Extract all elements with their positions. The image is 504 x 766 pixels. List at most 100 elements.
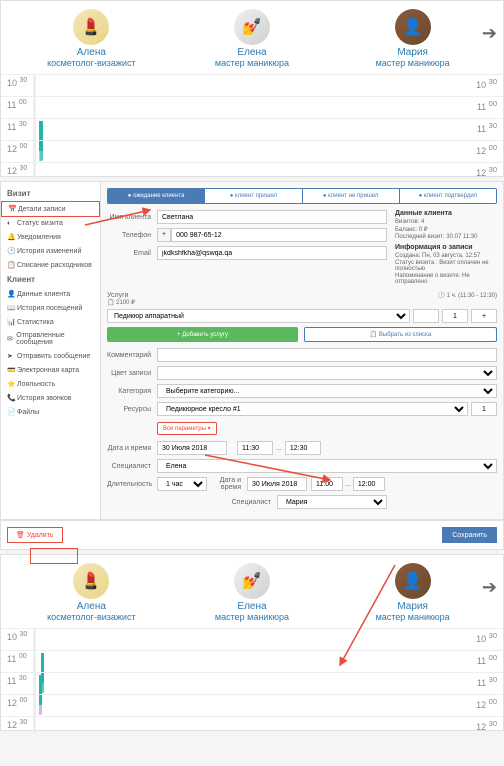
comment-input[interactable]: [157, 348, 497, 362]
sidebar-item-files[interactable]: 📄Файлы: [1, 405, 100, 419]
master-role: мастер маникюра: [353, 612, 473, 622]
service-qty[interactable]: [442, 309, 468, 323]
time-label: 11 00: [7, 653, 27, 664]
time-label: 12 30: [7, 719, 27, 730]
master-role: мастер маникюра: [353, 58, 473, 68]
time-label: 11 00: [477, 99, 497, 112]
time-label: 10 30: [476, 631, 497, 644]
duration-select[interactable]: 1 час: [157, 477, 207, 491]
time-label: 12 30: [476, 719, 497, 732]
file-icon: 📄: [7, 408, 14, 416]
tab-label: клиент не пришел: [328, 193, 378, 199]
service-select[interactable]: Педикюр аппаратный: [107, 309, 410, 323]
sidebar-item-sent-msgs[interactable]: ✉Отправленные сообщения: [1, 329, 100, 349]
star-icon: ⭐: [7, 380, 14, 388]
name-input[interactable]: [157, 210, 387, 224]
date2-input[interactable]: [247, 477, 307, 491]
sidebar-item-loyalty[interactable]: ⭐Лояльность: [1, 377, 100, 391]
category-select[interactable]: Выберите категорию...: [157, 384, 497, 398]
editor-footer: 🗑 Удалить Сохранить: [1, 520, 503, 549]
date-input[interactable]: [157, 441, 227, 455]
time-to-input[interactable]: [285, 441, 321, 455]
time-label: 12 00: [7, 143, 27, 154]
sidebar-label: Файлы: [17, 409, 39, 416]
email-label: Email: [107, 250, 157, 257]
add-service-button[interactable]: + Добавить услугу: [107, 327, 298, 342]
all-params-label: Все параметры: [163, 426, 206, 432]
sidebar-item-visit-history[interactable]: 📖История посещений: [1, 301, 100, 315]
user-icon: 👤: [7, 290, 14, 298]
master-2[interactable]: 💅 Елена мастер маникюра: [192, 563, 312, 622]
category-label: Категория: [107, 388, 157, 395]
sidebar-item-history[interactable]: 🕐История изменений: [1, 244, 100, 258]
resource-select[interactable]: Педикюрное кресло #1: [157, 402, 468, 416]
qty-input[interactable]: [413, 309, 439, 323]
sidebar-item-send-msg[interactable]: ➤Отправить сообщение: [1, 349, 100, 363]
status-tabs: ● ожидание клиента ● клиент пришел ● кли…: [107, 188, 497, 204]
sidebar-label: Списание расходников: [17, 262, 92, 269]
info-created: Создана: Пн, 03 августа, 12:57: [395, 253, 497, 259]
avatar-icon: 💅: [234, 563, 270, 599]
master-1[interactable]: 💄 Алена косметолог-визажист: [31, 9, 151, 68]
sidebar-item-notifications[interactable]: 🔔Уведомления: [1, 230, 100, 244]
tab-confirmed[interactable]: ● клиент подтвердил: [400, 189, 496, 203]
time2-from-input[interactable]: [311, 477, 343, 491]
status-icon: ◐: [7, 220, 14, 227]
save-button[interactable]: Сохранить: [442, 527, 497, 543]
all-params-button[interactable]: Все параметры ▾: [157, 422, 217, 435]
resource-qty[interactable]: [471, 402, 497, 416]
time-label: 11 30: [477, 121, 497, 134]
master-3[interactable]: 👤 Мария мастер маникюра: [353, 563, 473, 622]
sidebar-item-status[interactable]: ◐Статус визита: [1, 217, 100, 230]
sidebar-label: Отправить сообщение: [17, 353, 90, 360]
date2-label: Дата и время: [207, 477, 247, 491]
master-role: косметолог-визажист: [31, 612, 151, 622]
sidebar-label: Электронная карта: [17, 367, 79, 374]
time-label: 11 30: [477, 675, 497, 688]
calendar-icon: 📅: [8, 205, 15, 213]
master-1[interactable]: 💄 Алена косметолог-визажист: [31, 563, 151, 622]
next-arrow-icon[interactable]: ➔: [482, 577, 497, 598]
time-grid: 10 3010 30 11 0011 00 11:00 - 12:00✓ Пед…: [1, 628, 503, 726]
send-icon: ➤: [7, 352, 14, 360]
comment-label: Комментарий: [107, 352, 157, 359]
time-label: 10 30: [476, 77, 497, 90]
record-info-title: Информация о записи: [395, 244, 497, 251]
phone-input[interactable]: [171, 228, 387, 242]
avatar-icon: 👤: [395, 9, 431, 45]
time-grid: 10 30 10 30 11 00 11 00 11 30 11 30 11:3…: [1, 74, 503, 172]
time-label: 11 30: [7, 675, 27, 686]
pick-from-list-button[interactable]: 📋 Выбрать из списка: [304, 327, 497, 342]
sidebar-item-consumables[interactable]: 📋Списание расходников: [1, 258, 100, 272]
card-icon: 💳: [7, 366, 14, 374]
chart-icon: 📊: [7, 318, 14, 326]
tab-label: клиент пришел: [235, 193, 277, 199]
master-2[interactable]: 💅 Елена мастер маникюра: [192, 9, 312, 68]
tab-noshow[interactable]: ● клиент не пришел: [303, 189, 400, 203]
sidebar-label: Детали записи: [18, 206, 66, 213]
time-label: 10 30: [7, 77, 27, 88]
next-arrow-icon[interactable]: ➔: [482, 23, 497, 44]
specialist-select[interactable]: Елена: [157, 459, 497, 473]
color-select[interactable]: [157, 366, 497, 380]
sidebar-item-details[interactable]: 📅Детали записи: [1, 201, 100, 217]
master-name: Мария: [353, 47, 473, 58]
master-3[interactable]: 👤 Мария мастер маникюра: [353, 9, 473, 68]
services-price: 2100 ₽: [116, 300, 135, 306]
sidebar-item-client-data[interactable]: 👤Данные клиента: [1, 287, 100, 301]
tab-waiting[interactable]: ● ожидание клиента: [108, 189, 205, 203]
time2-to-input[interactable]: [353, 477, 385, 491]
sidebar-item-ecard[interactable]: 💳Электронная карта: [1, 363, 100, 377]
service-plus[interactable]: +: [471, 309, 497, 323]
tab-arrived[interactable]: ● клиент пришел: [205, 189, 302, 203]
master-name: Мария: [353, 601, 473, 612]
sidebar-item-stats[interactable]: 📊Статистика: [1, 315, 100, 329]
specialist2-select[interactable]: Мария: [277, 495, 387, 509]
sidebar-item-calls[interactable]: 📞История звонков: [1, 391, 100, 405]
avatar-icon: 💅: [234, 9, 270, 45]
time-from-input[interactable]: [237, 441, 273, 455]
time-label: 11 00: [477, 653, 497, 666]
delete-button[interactable]: 🗑 Удалить: [7, 527, 63, 543]
email-input[interactable]: [157, 246, 387, 260]
master-name: Алена: [31, 47, 151, 58]
